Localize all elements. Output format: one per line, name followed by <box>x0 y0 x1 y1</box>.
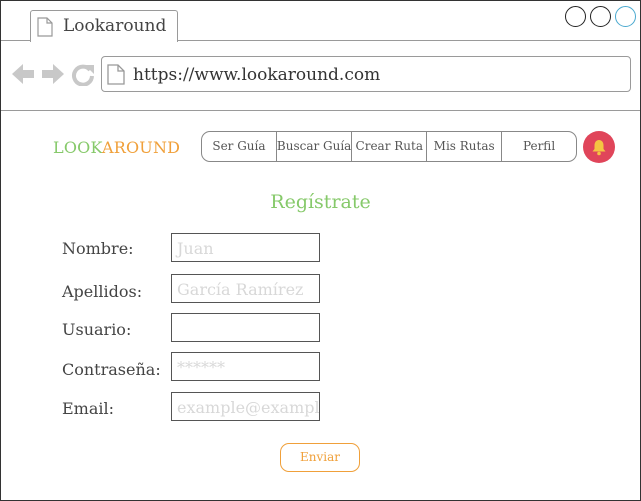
notifications-button[interactable] <box>583 131 615 163</box>
apellidos-placeholder: García Ramírez <box>177 280 304 299</box>
menu-item-mis-rutas[interactable]: Mis Rutas <box>427 132 503 161</box>
menu-item-ser-guia[interactable]: Ser Guía <box>202 132 277 161</box>
logo-around: AROUND <box>101 138 181 157</box>
site-logo[interactable]: LOOKAROUND <box>53 138 180 157</box>
browser-tab[interactable]: Lookaround <box>30 10 178 42</box>
menu-item-perfil[interactable]: Perfil <box>502 132 576 161</box>
forward-arrow-icon[interactable] <box>41 62 65 86</box>
document-icon <box>37 17 53 41</box>
close-circle-icon[interactable] <box>615 6 636 27</box>
label-apellidos: Apellidos: <box>62 282 143 301</box>
form-title: Regístrate <box>270 191 371 213</box>
maximize-circle-icon[interactable] <box>590 6 611 27</box>
reload-icon[interactable] <box>71 62 95 86</box>
email-placeholder: example@example <box>177 398 320 417</box>
menu-item-crear-ruta[interactable]: Crear Ruta <box>352 132 428 161</box>
submit-button[interactable]: Enviar <box>280 443 360 472</box>
label-contrasena: Contraseña: <box>62 360 161 379</box>
minimize-circle-icon[interactable] <box>565 6 586 27</box>
nombre-input[interactable]: Juan <box>171 233 320 262</box>
label-usuario: Usuario: <box>62 320 132 339</box>
browser-window: Lookaround https://www.lookaround.com LO… <box>0 0 641 501</box>
tab-title: Lookaround <box>63 16 167 36</box>
label-email: Email: <box>62 399 115 418</box>
url-text: https://www.lookaround.com <box>133 65 381 85</box>
main-menu: Ser Guía Buscar Guía Crear Ruta Mis Ruta… <box>201 131 577 162</box>
contrasena-input[interactable]: ****** <box>171 352 320 381</box>
browser-chrome: Lookaround https://www.lookaround.com <box>1 1 640 111</box>
address-bar[interactable]: https://www.lookaround.com <box>101 56 631 92</box>
menu-item-buscar-guia[interactable]: Buscar Guía <box>277 132 353 161</box>
apellidos-input[interactable]: García Ramírez <box>171 274 320 303</box>
email-input[interactable]: example@example <box>171 392 320 421</box>
logo-look: LOOK <box>53 138 102 157</box>
contrasena-placeholder: ****** <box>177 358 225 377</box>
label-nombre: Nombre: <box>62 239 134 258</box>
page-icon <box>107 64 125 89</box>
bell-icon <box>592 140 606 156</box>
back-arrow-icon[interactable] <box>11 62 35 86</box>
nombre-placeholder: Juan <box>177 239 214 258</box>
usuario-input[interactable] <box>171 313 320 342</box>
